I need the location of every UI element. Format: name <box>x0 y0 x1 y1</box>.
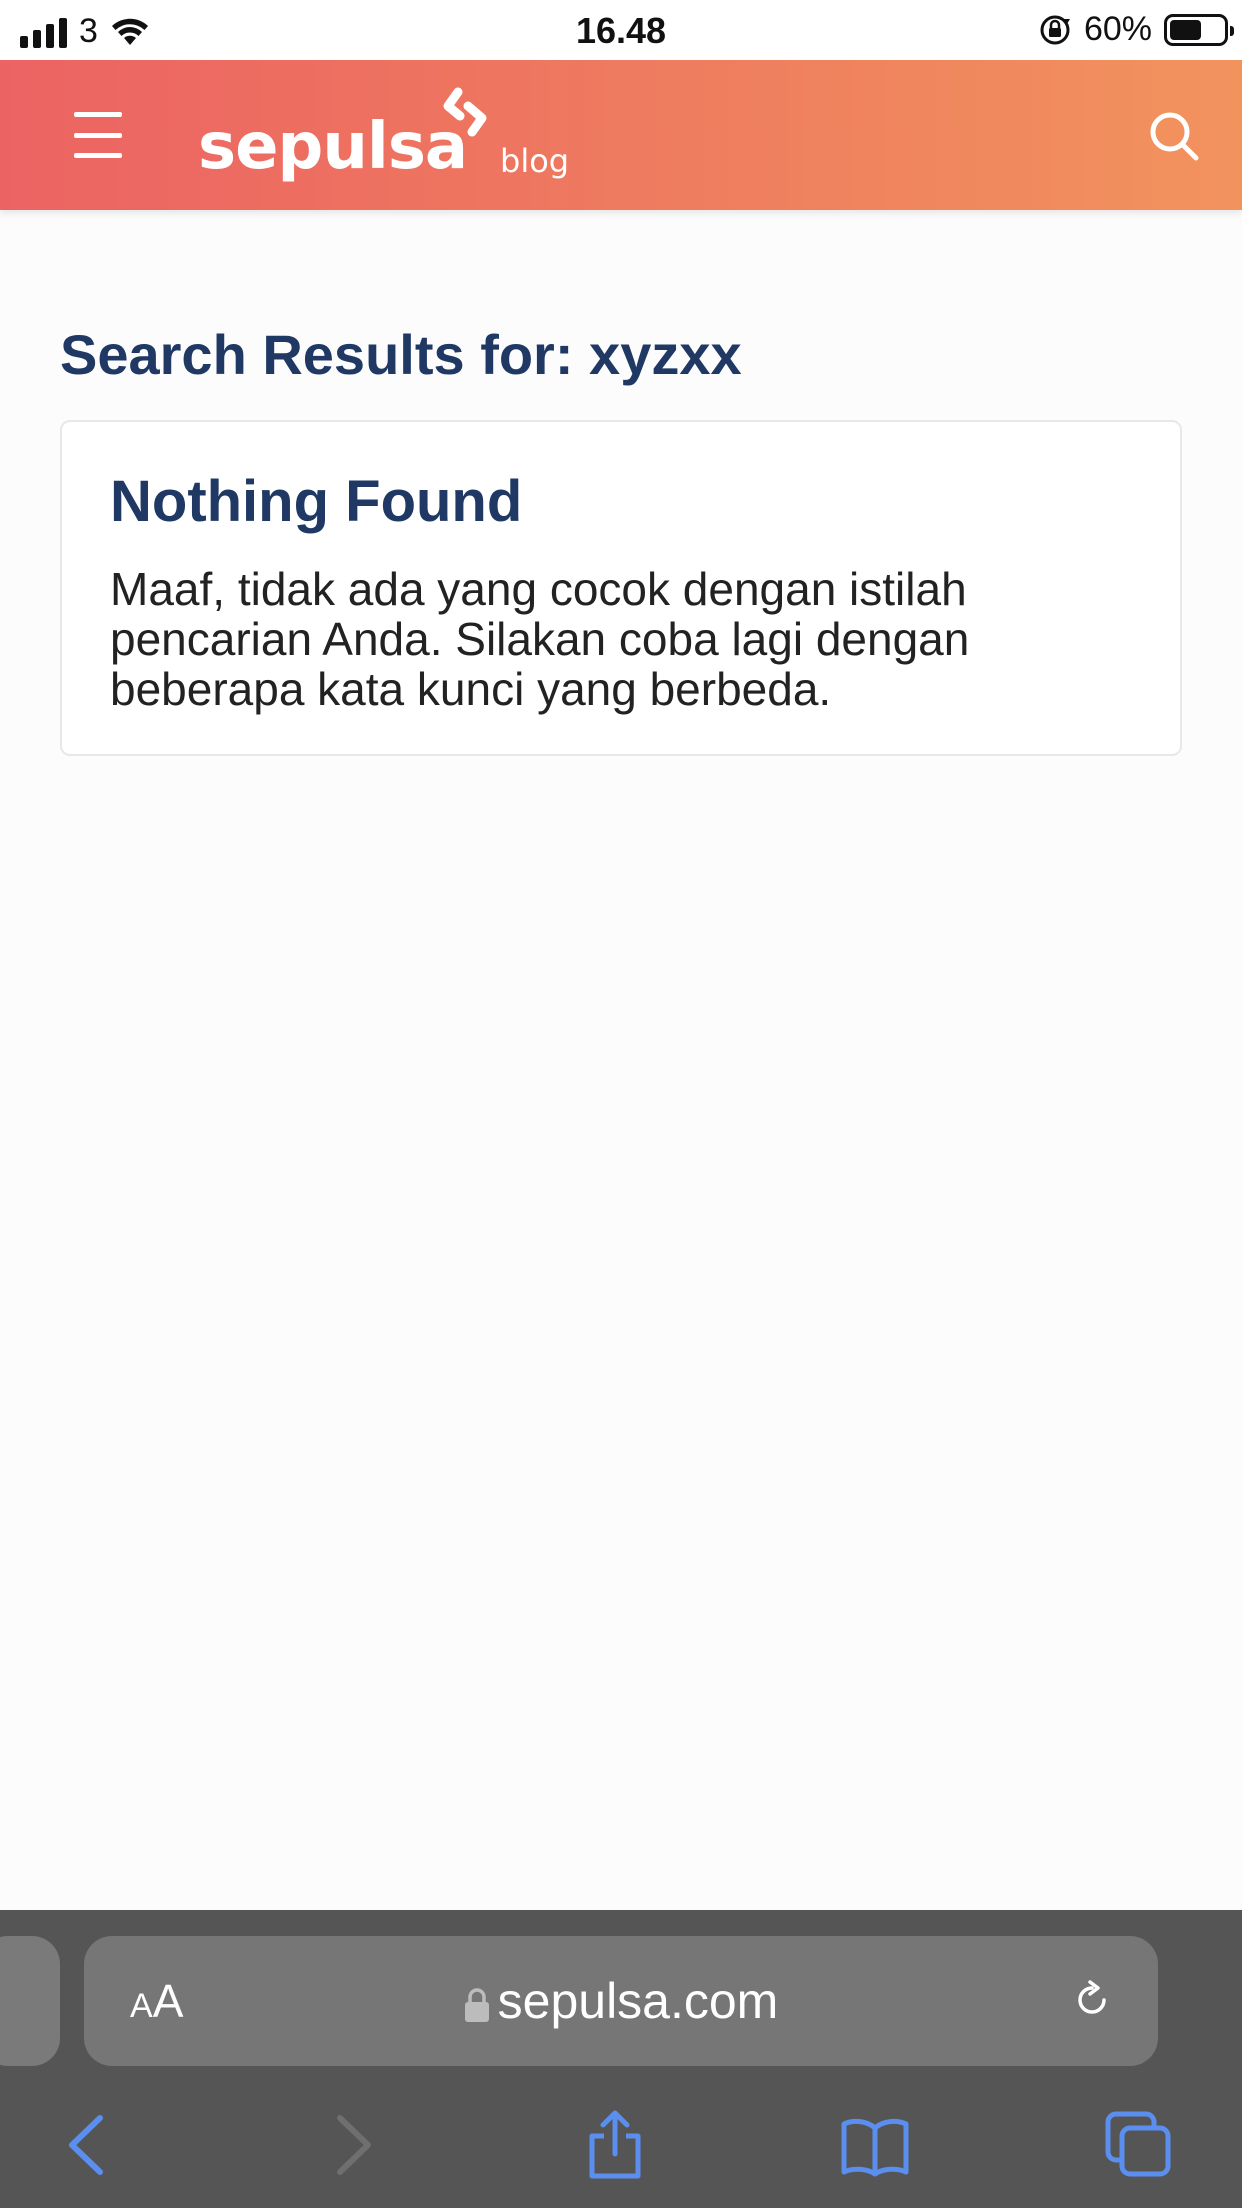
card-title: Nothing Found <box>110 469 523 534</box>
hamburger-icon <box>74 112 122 117</box>
status-right: 60% <box>1038 10 1234 49</box>
battery-icon <box>1164 13 1234 46</box>
browser-toolbar: AA sepulsa.com <box>0 1910 1242 2208</box>
orientation-lock-icon <box>1040 15 1070 44</box>
reload-icon[interactable] <box>1070 1978 1114 2022</box>
page-title: Search Results for: xyzxx <box>60 323 742 386</box>
share-icon[interactable] <box>580 2110 650 2180</box>
sepulsa-blog-logo[interactable]: sepulsa blog <box>198 72 598 202</box>
search-icon[interactable] <box>1146 108 1202 164</box>
logo-wordmark: sepulsa <box>198 110 468 184</box>
lock-icon <box>464 1988 489 2022</box>
site-header: sepulsa blog <box>0 60 1242 210</box>
status-bar: 3 16.48 60% <box>0 0 1242 60</box>
previous-tab-peek[interactable] <box>0 1936 60 2066</box>
url-text: sepulsa.com <box>497 1973 779 2029</box>
forward-icon[interactable] <box>318 2110 388 2180</box>
url-display[interactable]: sepulsa.com <box>84 1972 1158 2030</box>
browser-nav-row <box>0 2100 1242 2190</box>
address-bar[interactable]: AA sepulsa.com <box>84 1936 1158 2066</box>
battery-level <box>1170 19 1202 40</box>
bookmarks-icon[interactable] <box>840 2110 910 2180</box>
card-message: Maaf, tidak ada yang cocok dengan istila… <box>110 563 970 715</box>
logo-chevron-icon <box>443 87 487 137</box>
back-icon[interactable] <box>52 2110 122 2180</box>
tabs-icon[interactable] <box>1104 2110 1174 2180</box>
logo-subtitle: blog <box>500 142 570 180</box>
battery-percent: 60% <box>1083 10 1152 48</box>
hamburger-menu-button[interactable] <box>74 112 122 158</box>
no-results-card: Nothing Found Maaf, tidak ada yang cocok… <box>60 420 1182 756</box>
